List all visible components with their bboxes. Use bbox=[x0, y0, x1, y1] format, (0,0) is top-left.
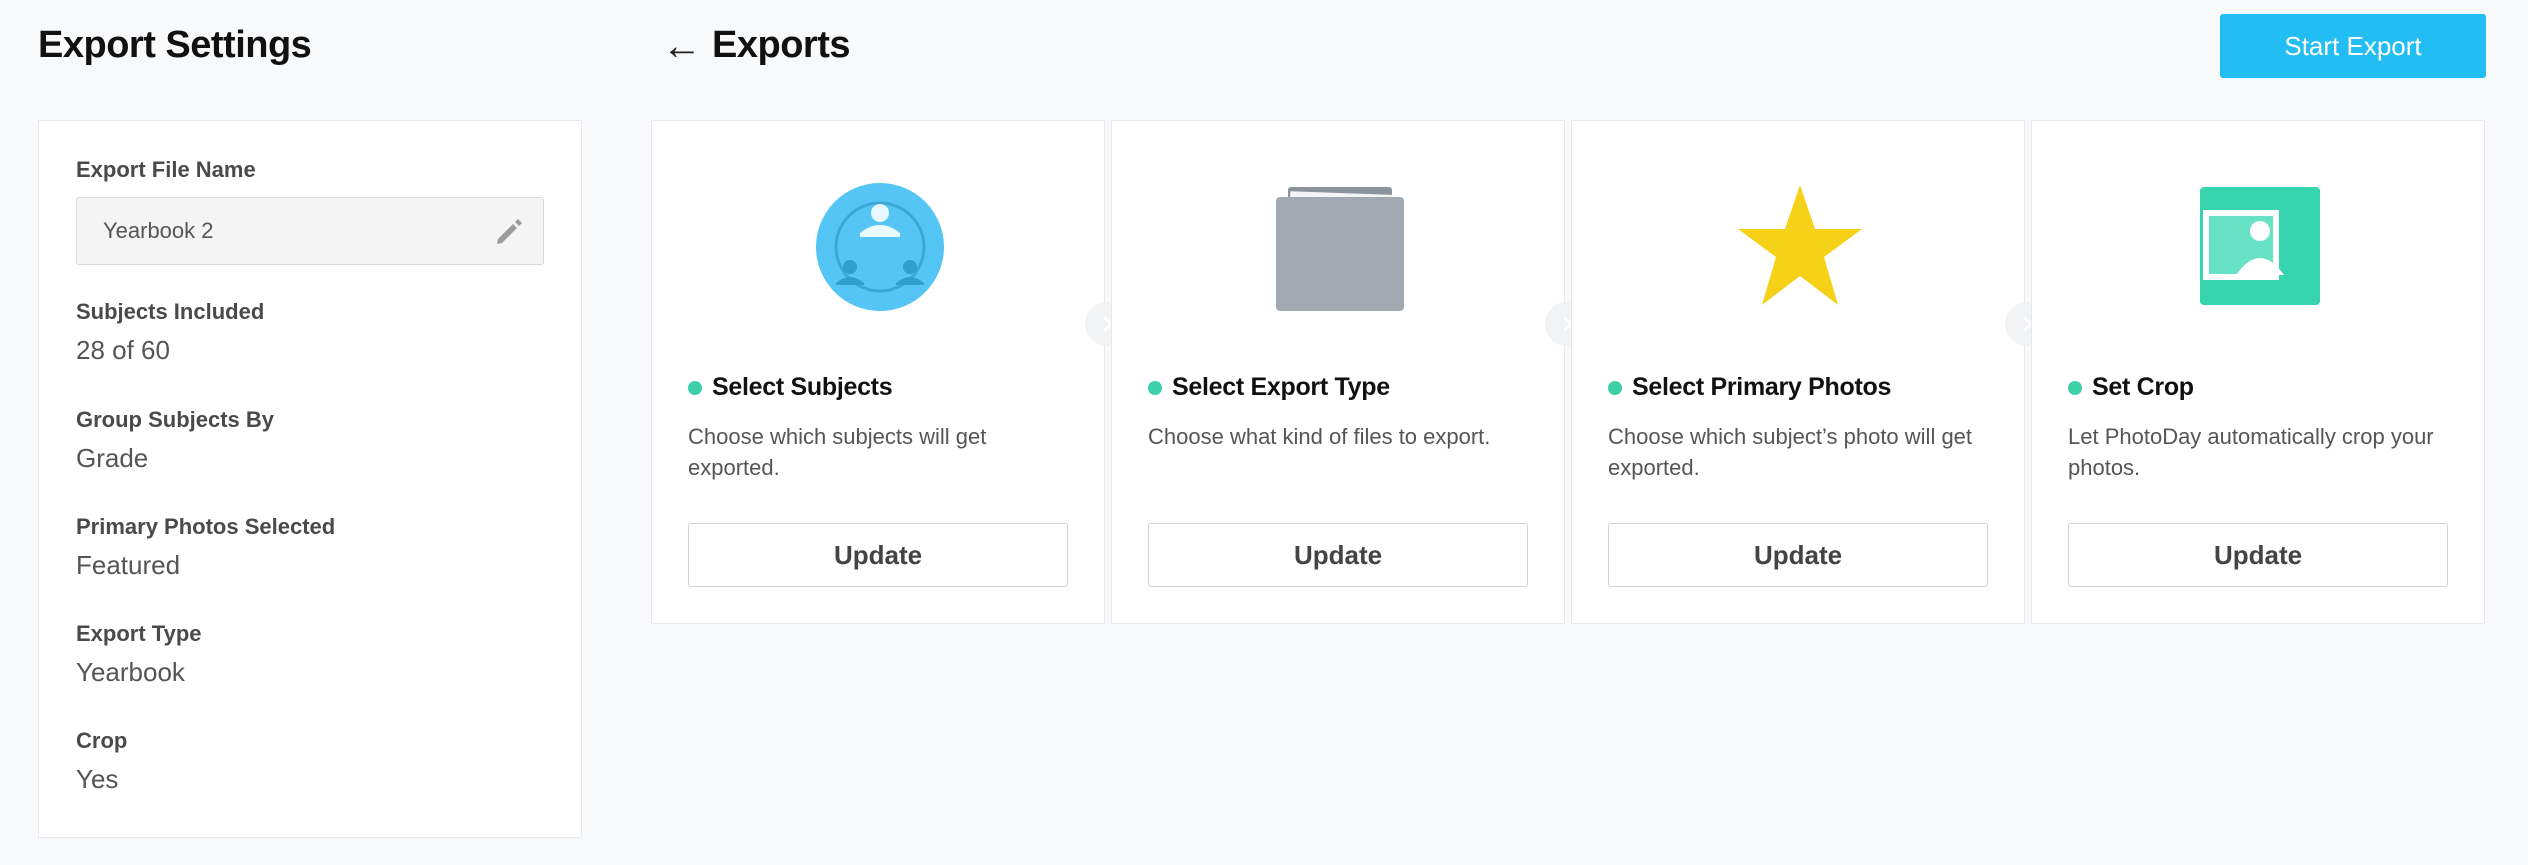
step-title-row: Select Primary Photos bbox=[1608, 373, 1891, 402]
file-name-box bbox=[76, 197, 544, 265]
update-subjects-button[interactable]: Update bbox=[688, 523, 1068, 587]
step-description: Choose what kind of files to export. bbox=[1148, 424, 1491, 449]
field-label: Group Subjects By bbox=[76, 407, 275, 432]
field-value: Grade bbox=[76, 443, 149, 473]
file-name-field: Export File Name bbox=[76, 157, 544, 265]
step-title: Select Primary Photos bbox=[1632, 373, 1892, 401]
step-card-set-crop: Set Crop Let PhotoDay automatically crop… bbox=[2031, 120, 2485, 624]
crop-field: Crop Yes bbox=[76, 728, 544, 795]
folder-icon bbox=[1276, 187, 1404, 311]
step-description: Choose which subject’s photo will get ex… bbox=[1608, 424, 1973, 480]
step-title: Set Crop bbox=[2092, 373, 2194, 401]
step-title: Select Export Type bbox=[1172, 373, 1390, 401]
step-title-row: Set Crop bbox=[2068, 373, 2194, 402]
primary-photos-field: Primary Photos Selected Featured bbox=[76, 514, 544, 581]
update-crop-button[interactable]: Update bbox=[2068, 523, 2448, 587]
step-title-row: Select Subjects bbox=[688, 373, 893, 402]
export-page: Export Settings Export File Name Subject… bbox=[0, 0, 2528, 865]
field-value: Featured bbox=[76, 550, 181, 580]
update-export-type-button[interactable]: Update bbox=[1148, 523, 1528, 587]
page-title: Exports bbox=[712, 24, 850, 66]
field-value: Yes bbox=[76, 764, 119, 794]
back-arrow-icon[interactable]: ← bbox=[662, 26, 702, 66]
settings-card: Export File Name Subjects Included 28 of… bbox=[38, 120, 582, 838]
field-value: 28 of 60 bbox=[76, 335, 170, 365]
status-dot bbox=[688, 380, 702, 395]
step-description: Choose which subjects will get exported. bbox=[688, 424, 987, 480]
step-description: Let PhotoDay automatically crop your pho… bbox=[2068, 424, 2434, 480]
start-export-button[interactable]: Start Export bbox=[2220, 14, 2486, 78]
step-title: Select Subjects bbox=[712, 373, 893, 401]
subjects-icon bbox=[816, 183, 944, 311]
crop-icon bbox=[2200, 187, 2320, 305]
settings-title: Export Settings bbox=[38, 24, 312, 66]
status-dot bbox=[2068, 380, 2082, 395]
step-card-select-subjects: Select Subjects Choose which subjects wi… bbox=[651, 120, 1105, 624]
status-dot bbox=[1148, 380, 1162, 395]
star-icon bbox=[1738, 185, 1862, 305]
field-label: Crop bbox=[76, 728, 128, 753]
field-label: Subjects Included bbox=[76, 299, 265, 324]
file-name-input[interactable] bbox=[77, 198, 543, 264]
field-label: Export Type bbox=[76, 621, 202, 646]
pencil-icon[interactable] bbox=[491, 214, 527, 250]
field-label: Primary Photos Selected bbox=[76, 514, 336, 539]
status-dot bbox=[1608, 380, 1622, 395]
subjects-included-field: Subjects Included 28 of 60 bbox=[76, 299, 544, 366]
step-card-select-primary-photos: Select Primary Photos Choose which subje… bbox=[1571, 120, 2025, 624]
group-subjects-field: Group Subjects By Grade bbox=[76, 407, 544, 474]
update-primary-photos-button[interactable]: Update bbox=[1608, 523, 1988, 587]
step-card-select-export-type: Select Export Type Choose what kind of f… bbox=[1111, 120, 1565, 624]
step-title-row: Select Export Type bbox=[1148, 373, 1390, 402]
export-type-field: Export Type Yearbook bbox=[76, 621, 544, 688]
field-value: Yearbook bbox=[76, 657, 185, 687]
file-name-label: Export File Name bbox=[76, 157, 256, 182]
